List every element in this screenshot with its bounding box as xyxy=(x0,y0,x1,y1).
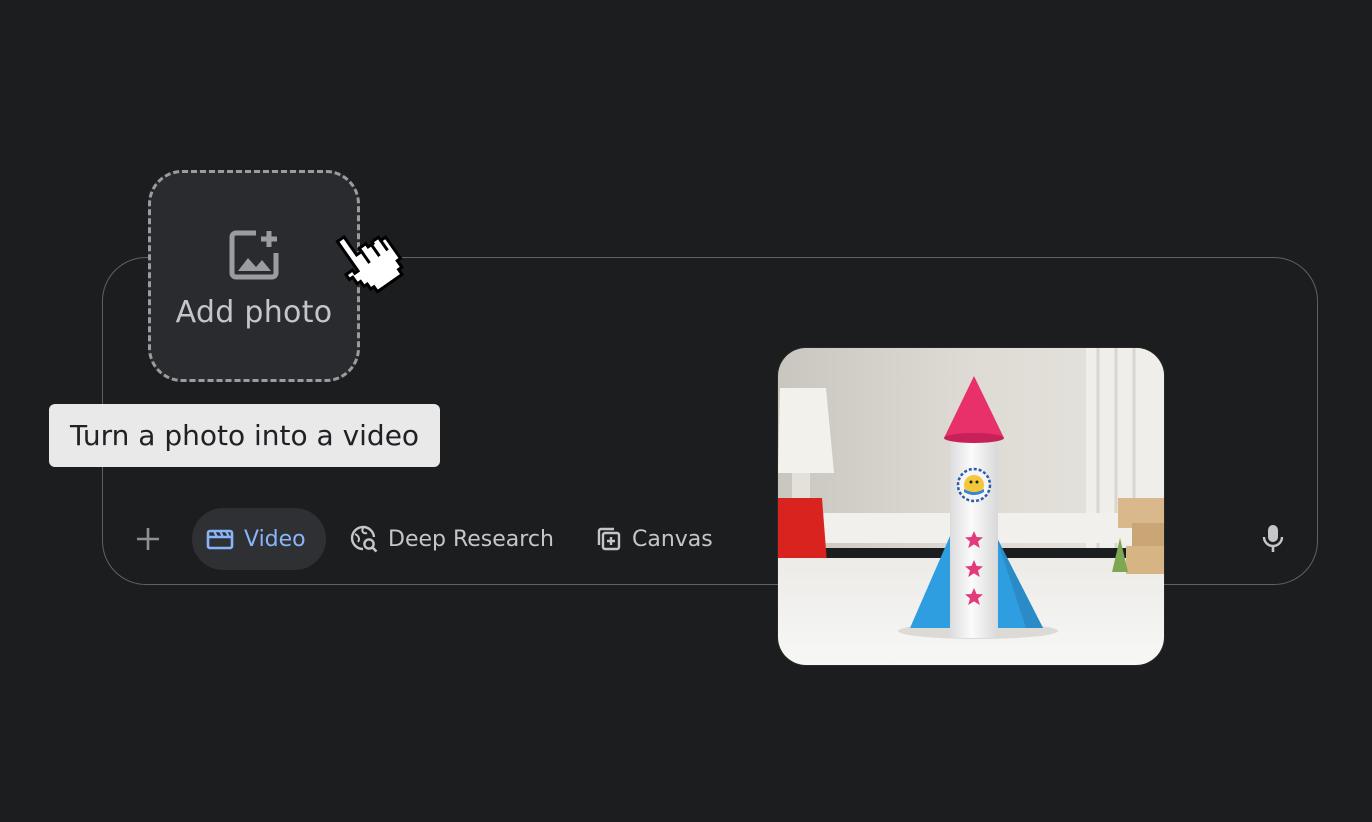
deep-research-label: Deep Research xyxy=(388,526,554,552)
video-label: Video xyxy=(244,526,306,552)
pointer-cursor-icon xyxy=(335,234,404,294)
clapperboard-icon xyxy=(206,529,234,550)
stage: Add photo Turn a photo into a video Vide… xyxy=(0,0,1372,822)
canvas-add-icon xyxy=(597,527,621,551)
rocket-photo-image xyxy=(778,348,1164,665)
deep-research-chip[interactable]: Deep Research xyxy=(350,508,554,570)
plus-icon xyxy=(137,528,159,550)
tooltip: Turn a photo into a video xyxy=(49,404,441,467)
microphone-button[interactable] xyxy=(1256,521,1290,557)
add-photo-icon xyxy=(229,230,279,279)
video-chip[interactable]: Video xyxy=(192,508,326,570)
microphone-icon xyxy=(1262,525,1284,552)
rocket-photo xyxy=(778,348,1164,665)
canvas-chip[interactable]: Canvas xyxy=(594,508,713,570)
plus-button[interactable] xyxy=(128,519,168,559)
canvas-label: Canvas xyxy=(632,526,713,552)
add-photo-label: Add photo xyxy=(175,294,333,330)
globe-search-icon xyxy=(350,525,378,553)
